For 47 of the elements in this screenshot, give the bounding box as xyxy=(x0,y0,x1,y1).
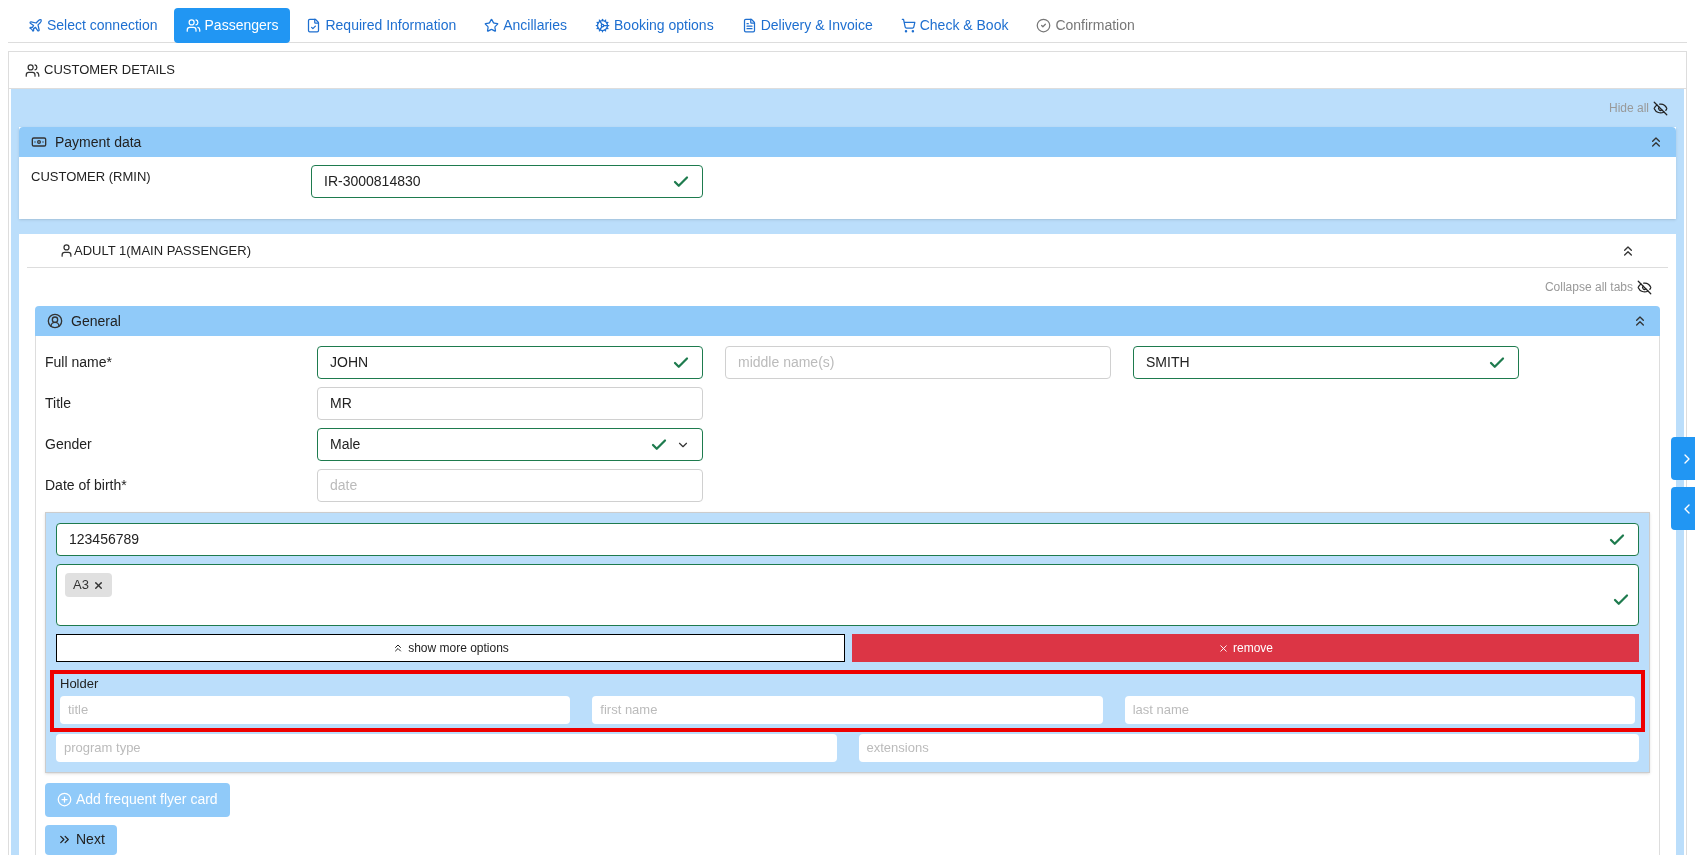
general-header[interactable]: General xyxy=(35,306,1660,336)
eye-off-icon xyxy=(1637,279,1652,295)
step-tab[interactable]: Required Information xyxy=(294,7,469,43)
remove-button[interactable]: remove xyxy=(852,634,1639,662)
plane-icon xyxy=(28,17,43,33)
input-field[interactable]: JOHN xyxy=(317,346,703,379)
section-title: CUSTOMER DETAILS xyxy=(44,61,175,80)
field-label: CUSTOMER (RMIN) xyxy=(31,168,152,186)
eye-off-icon xyxy=(1653,100,1668,116)
step-tab[interactable]: Check & Book xyxy=(888,7,1021,43)
remove-tag-icon[interactable] xyxy=(92,579,104,591)
step-tab[interactable]: Ancillaries xyxy=(472,7,580,43)
payment-header[interactable]: Payment data xyxy=(19,127,1676,157)
field-label: Gender xyxy=(45,435,93,454)
document-icon xyxy=(306,17,322,33)
banknote-icon xyxy=(31,134,47,150)
field-label: Holder xyxy=(60,675,100,693)
tag-chip: A3 xyxy=(65,573,112,597)
person-icon xyxy=(59,243,74,258)
show-more-button[interactable]: show more options xyxy=(56,634,845,662)
cart-icon xyxy=(900,17,916,33)
tags-field[interactable]: A3 xyxy=(56,564,1639,626)
close-icon xyxy=(1218,642,1229,654)
field-label: Date of birth* xyxy=(45,476,128,495)
user-circle-icon xyxy=(47,313,63,329)
panel-title: General xyxy=(71,311,122,331)
people-icon xyxy=(25,62,40,78)
panel-title: Payment data xyxy=(55,132,143,152)
step-tab[interactable]: Booking options xyxy=(583,7,726,43)
check-circle-icon xyxy=(1036,17,1052,33)
plus-circle-icon xyxy=(57,792,72,807)
star-icon xyxy=(484,17,500,33)
input-field[interactable]: SMITH xyxy=(1133,346,1519,379)
step-tab[interactable]: Passengers xyxy=(173,7,291,43)
select-field[interactable]: Male xyxy=(317,428,703,461)
input-field[interactable]: MR xyxy=(317,387,703,420)
input-field[interactable]: IR-3000814830 xyxy=(311,165,703,198)
field-label: Full name* xyxy=(45,353,113,372)
step-tab[interactable]: Delivery & Invoice xyxy=(729,7,885,43)
input-field[interactable]: 123456789 xyxy=(56,523,1639,556)
step-tab[interactable]: Select connection xyxy=(16,7,170,43)
collapse-all-link[interactable]: Collapse all tabs xyxy=(1544,278,1633,296)
document-icon xyxy=(741,17,757,33)
next-button[interactable]: Next xyxy=(45,824,117,855)
field-label: Title xyxy=(45,394,72,413)
panel-title: ADULT 1(MAIN PASSENGER) xyxy=(74,241,252,260)
people-icon xyxy=(185,17,201,33)
